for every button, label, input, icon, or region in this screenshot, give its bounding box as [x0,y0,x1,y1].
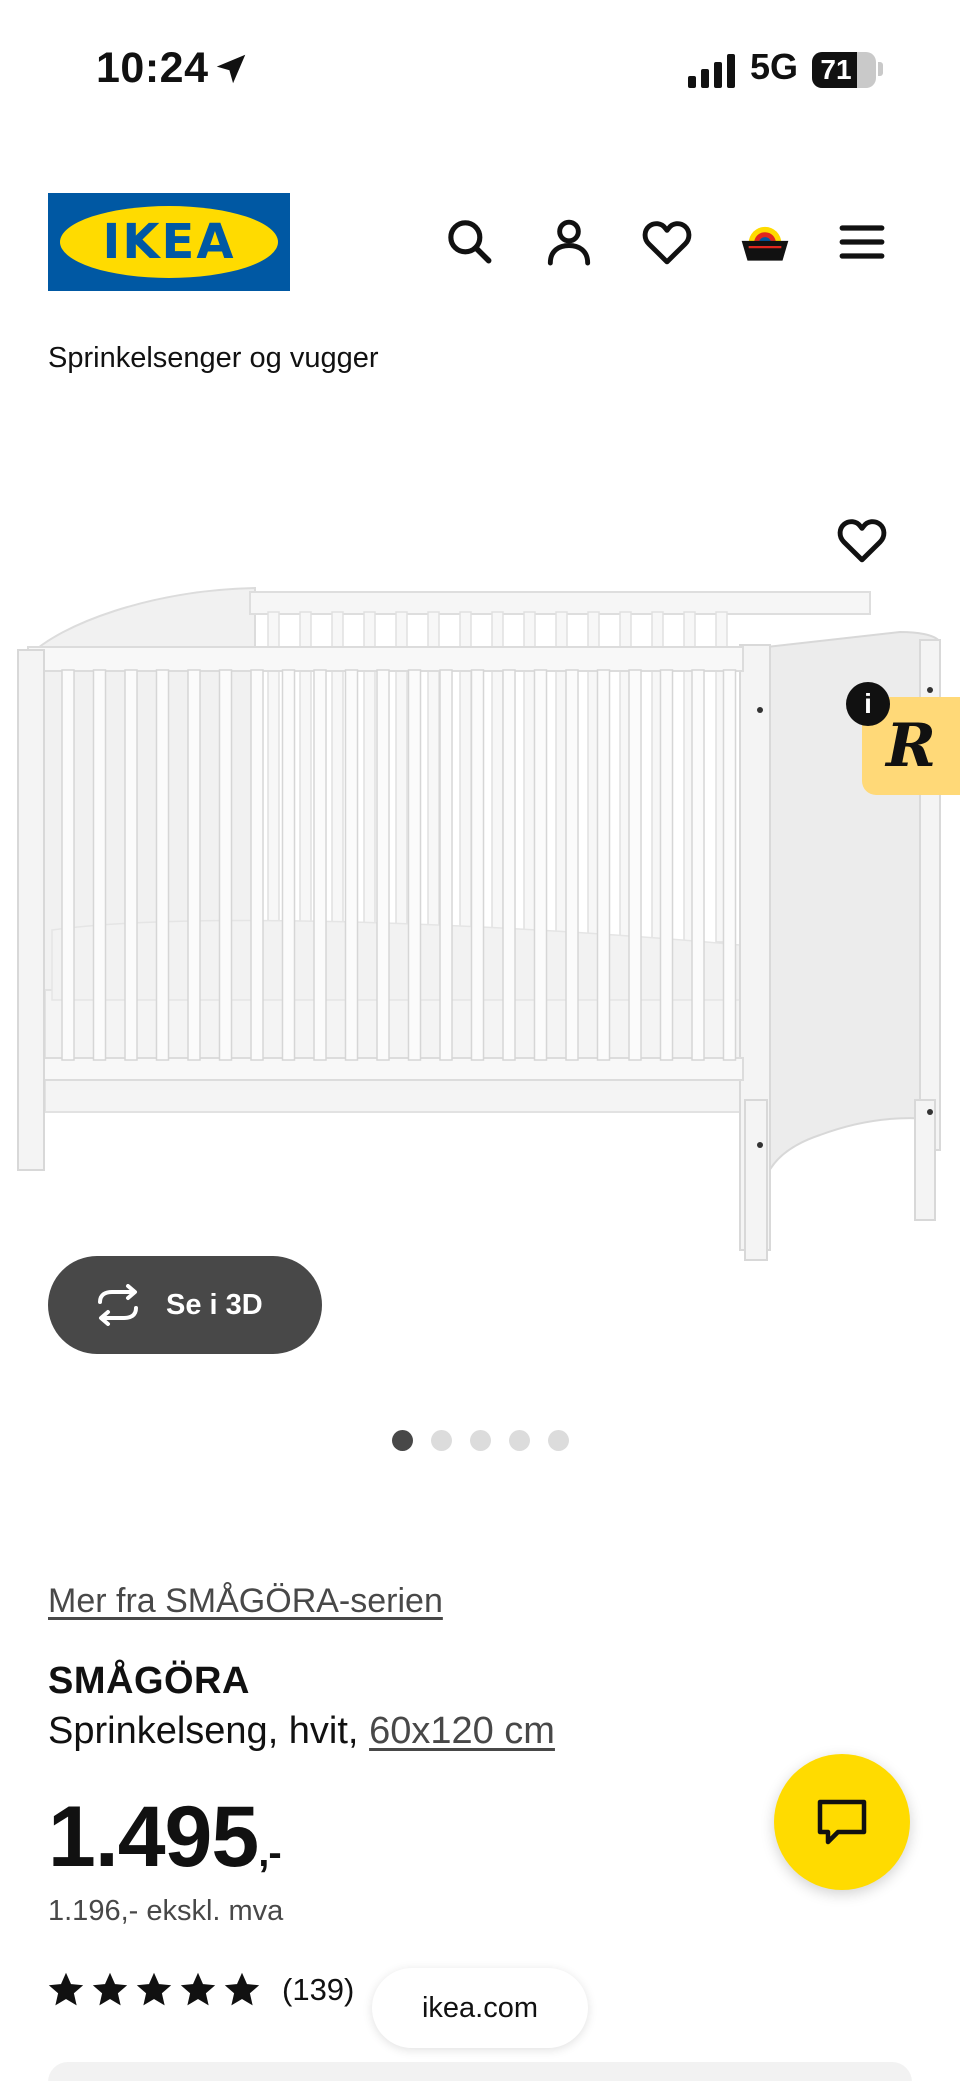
basket-icon[interactable] [737,214,793,270]
product-price: 1.495,- [48,1788,282,1887]
carousel-dot[interactable] [431,1430,452,1451]
cellular-signal-icon [688,54,735,88]
menu-icon[interactable] [834,214,890,270]
account-icon[interactable] [541,214,597,270]
star-icon [48,1972,84,2006]
product-image[interactable] [0,400,960,1270]
location-arrow-icon [216,54,246,84]
view-in-3d-button[interactable]: Se i 3D [48,1256,322,1354]
network-type: 5G [750,46,799,87]
carousel-dot[interactable] [509,1430,530,1451]
price-value: 1.495 [48,1789,259,1885]
rotate-3d-icon [98,1284,138,1326]
review-count: (139) [282,1972,355,2007]
browser-url-bar[interactable]: ikea.com [372,1968,588,2048]
logo-text: IKEA [102,214,236,270]
status-bar: 10:24 5G 71 [0,0,960,140]
breadcrumb[interactable]: Sprinkelsenger og vugger [48,342,378,375]
battery-level: 71 [820,54,852,85]
series-link[interactable]: Mer fra SMÅGÖRA-serien [48,1582,443,1621]
price-suffix: ,- [258,1831,281,1875]
battery-icon: 71 [812,52,876,88]
product-rating[interactable]: (139) [48,1972,354,2008]
status-time: 10:24 [96,44,209,92]
add-to-wishlist-button[interactable] [834,512,890,568]
chat-icon [817,1799,867,1845]
chat-button[interactable] [774,1754,910,1890]
carousel-dot[interactable] [548,1430,569,1451]
star-icon [180,1972,216,2006]
product-description: Sprinkelseng, hvit, 60x120 cm [48,1710,555,1753]
info-icon[interactable]: i [846,682,890,726]
ikea-logo[interactable]: IKEA [48,193,290,291]
star-icon [136,1972,172,2006]
battery-cap [878,62,883,76]
bottom-card [48,2062,912,2081]
search-icon[interactable] [442,214,498,270]
product-description-text: Sprinkelseng, hvit, [48,1710,370,1752]
heart-icon [837,519,887,563]
carousel-dot[interactable] [392,1430,413,1451]
crib-illustration [17,586,941,1261]
view-in-3d-label: Se i 3D [166,1289,263,1321]
star-icon [92,1972,128,2006]
carousel-dots[interactable] [392,1430,569,1452]
carousel-dot[interactable] [470,1430,491,1451]
size-link[interactable]: 60x120 cm [369,1710,555,1752]
wishlist-icon[interactable] [639,214,695,270]
star-icon [224,1972,260,2006]
product-name: SMÅGÖRA [48,1660,250,1702]
price-excl-vat: 1.196,- ekskl. mva [48,1895,284,1927]
